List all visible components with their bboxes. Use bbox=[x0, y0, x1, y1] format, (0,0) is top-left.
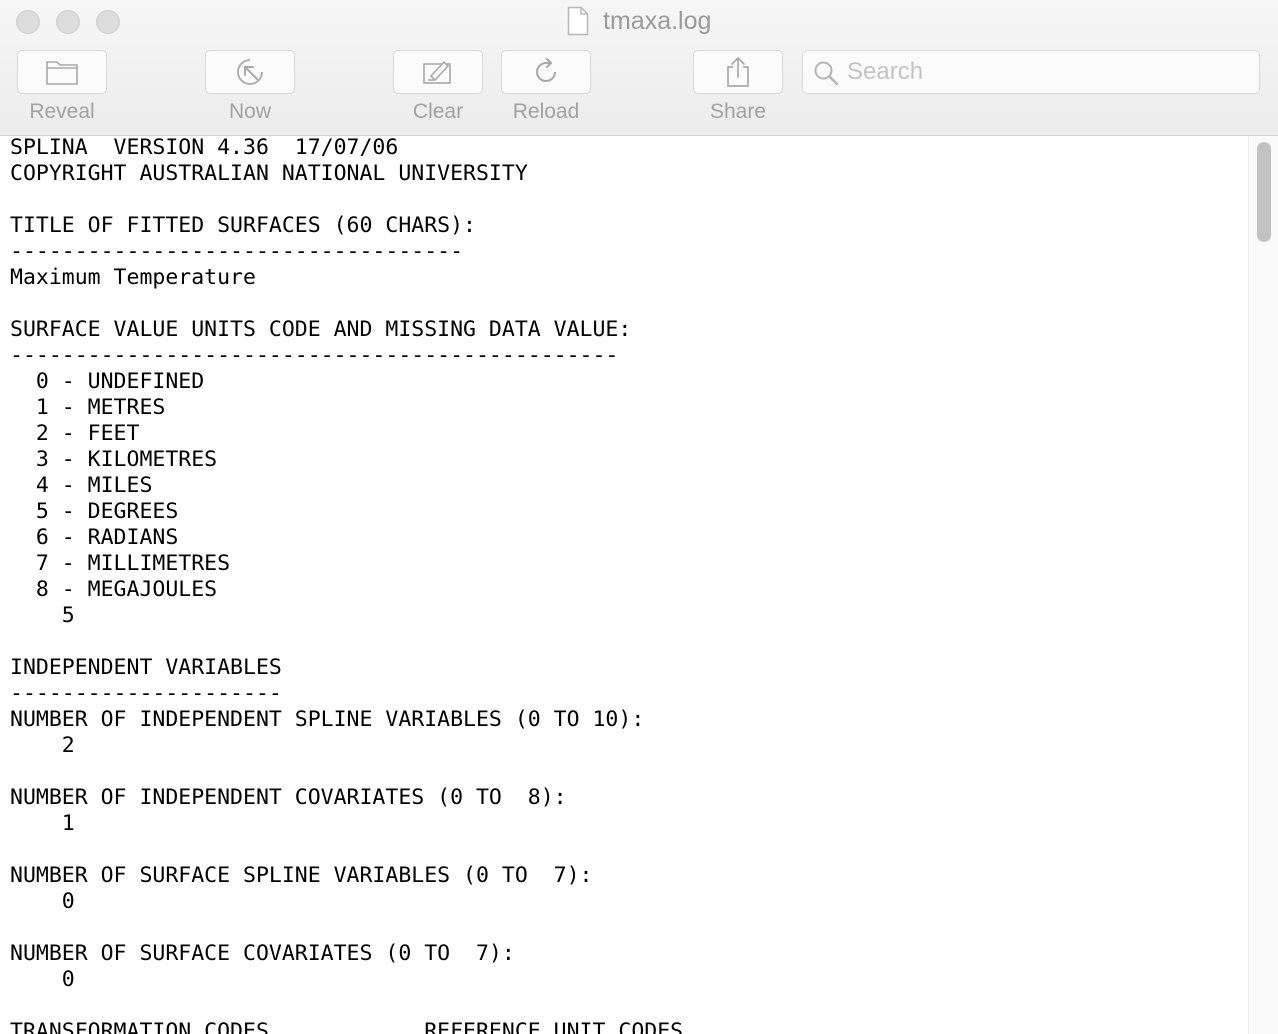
log-text: SPLINA VERSION 4.36 17/07/06 COPYRIGHT A… bbox=[10, 136, 684, 1034]
now-label: Now bbox=[228, 100, 271, 123]
share-icon bbox=[727, 57, 749, 87]
vertical-scrollbar[interactable] bbox=[1248, 136, 1278, 1034]
reveal-label: Reveal bbox=[29, 100, 95, 123]
search-input[interactable] bbox=[847, 55, 1247, 89]
reload-label: Reload bbox=[512, 100, 580, 123]
window-title: tmaxa.log bbox=[0, 6, 1278, 40]
now-button[interactable] bbox=[205, 50, 295, 94]
folder-icon bbox=[46, 61, 78, 85]
reload-button[interactable] bbox=[501, 50, 591, 94]
clear-button[interactable] bbox=[393, 50, 483, 94]
share-label: Share bbox=[709, 100, 767, 123]
reveal-button[interactable] bbox=[17, 50, 107, 94]
scrollbar-thumb[interactable] bbox=[1257, 142, 1271, 242]
clear-icon bbox=[423, 60, 451, 84]
window-title-text: tmaxa.log bbox=[603, 6, 712, 35]
clear-label: Clear bbox=[412, 100, 464, 123]
document-icon bbox=[567, 6, 588, 36]
reload-icon bbox=[536, 58, 556, 82]
search-icon bbox=[814, 61, 839, 86]
log-content-area[interactable]: SPLINA VERSION 4.36 17/07/06 COPYRIGHT A… bbox=[0, 136, 1248, 1034]
console-window: tmaxa.log Reveal Now Clear Reload Share … bbox=[0, 0, 1278, 1034]
search-field[interactable] bbox=[802, 50, 1260, 94]
title-bar: tmaxa.log Reveal Now Clear Reload Share … bbox=[0, 0, 1278, 136]
jump-to-now-icon bbox=[237, 59, 263, 85]
share-button[interactable] bbox=[693, 50, 783, 94]
